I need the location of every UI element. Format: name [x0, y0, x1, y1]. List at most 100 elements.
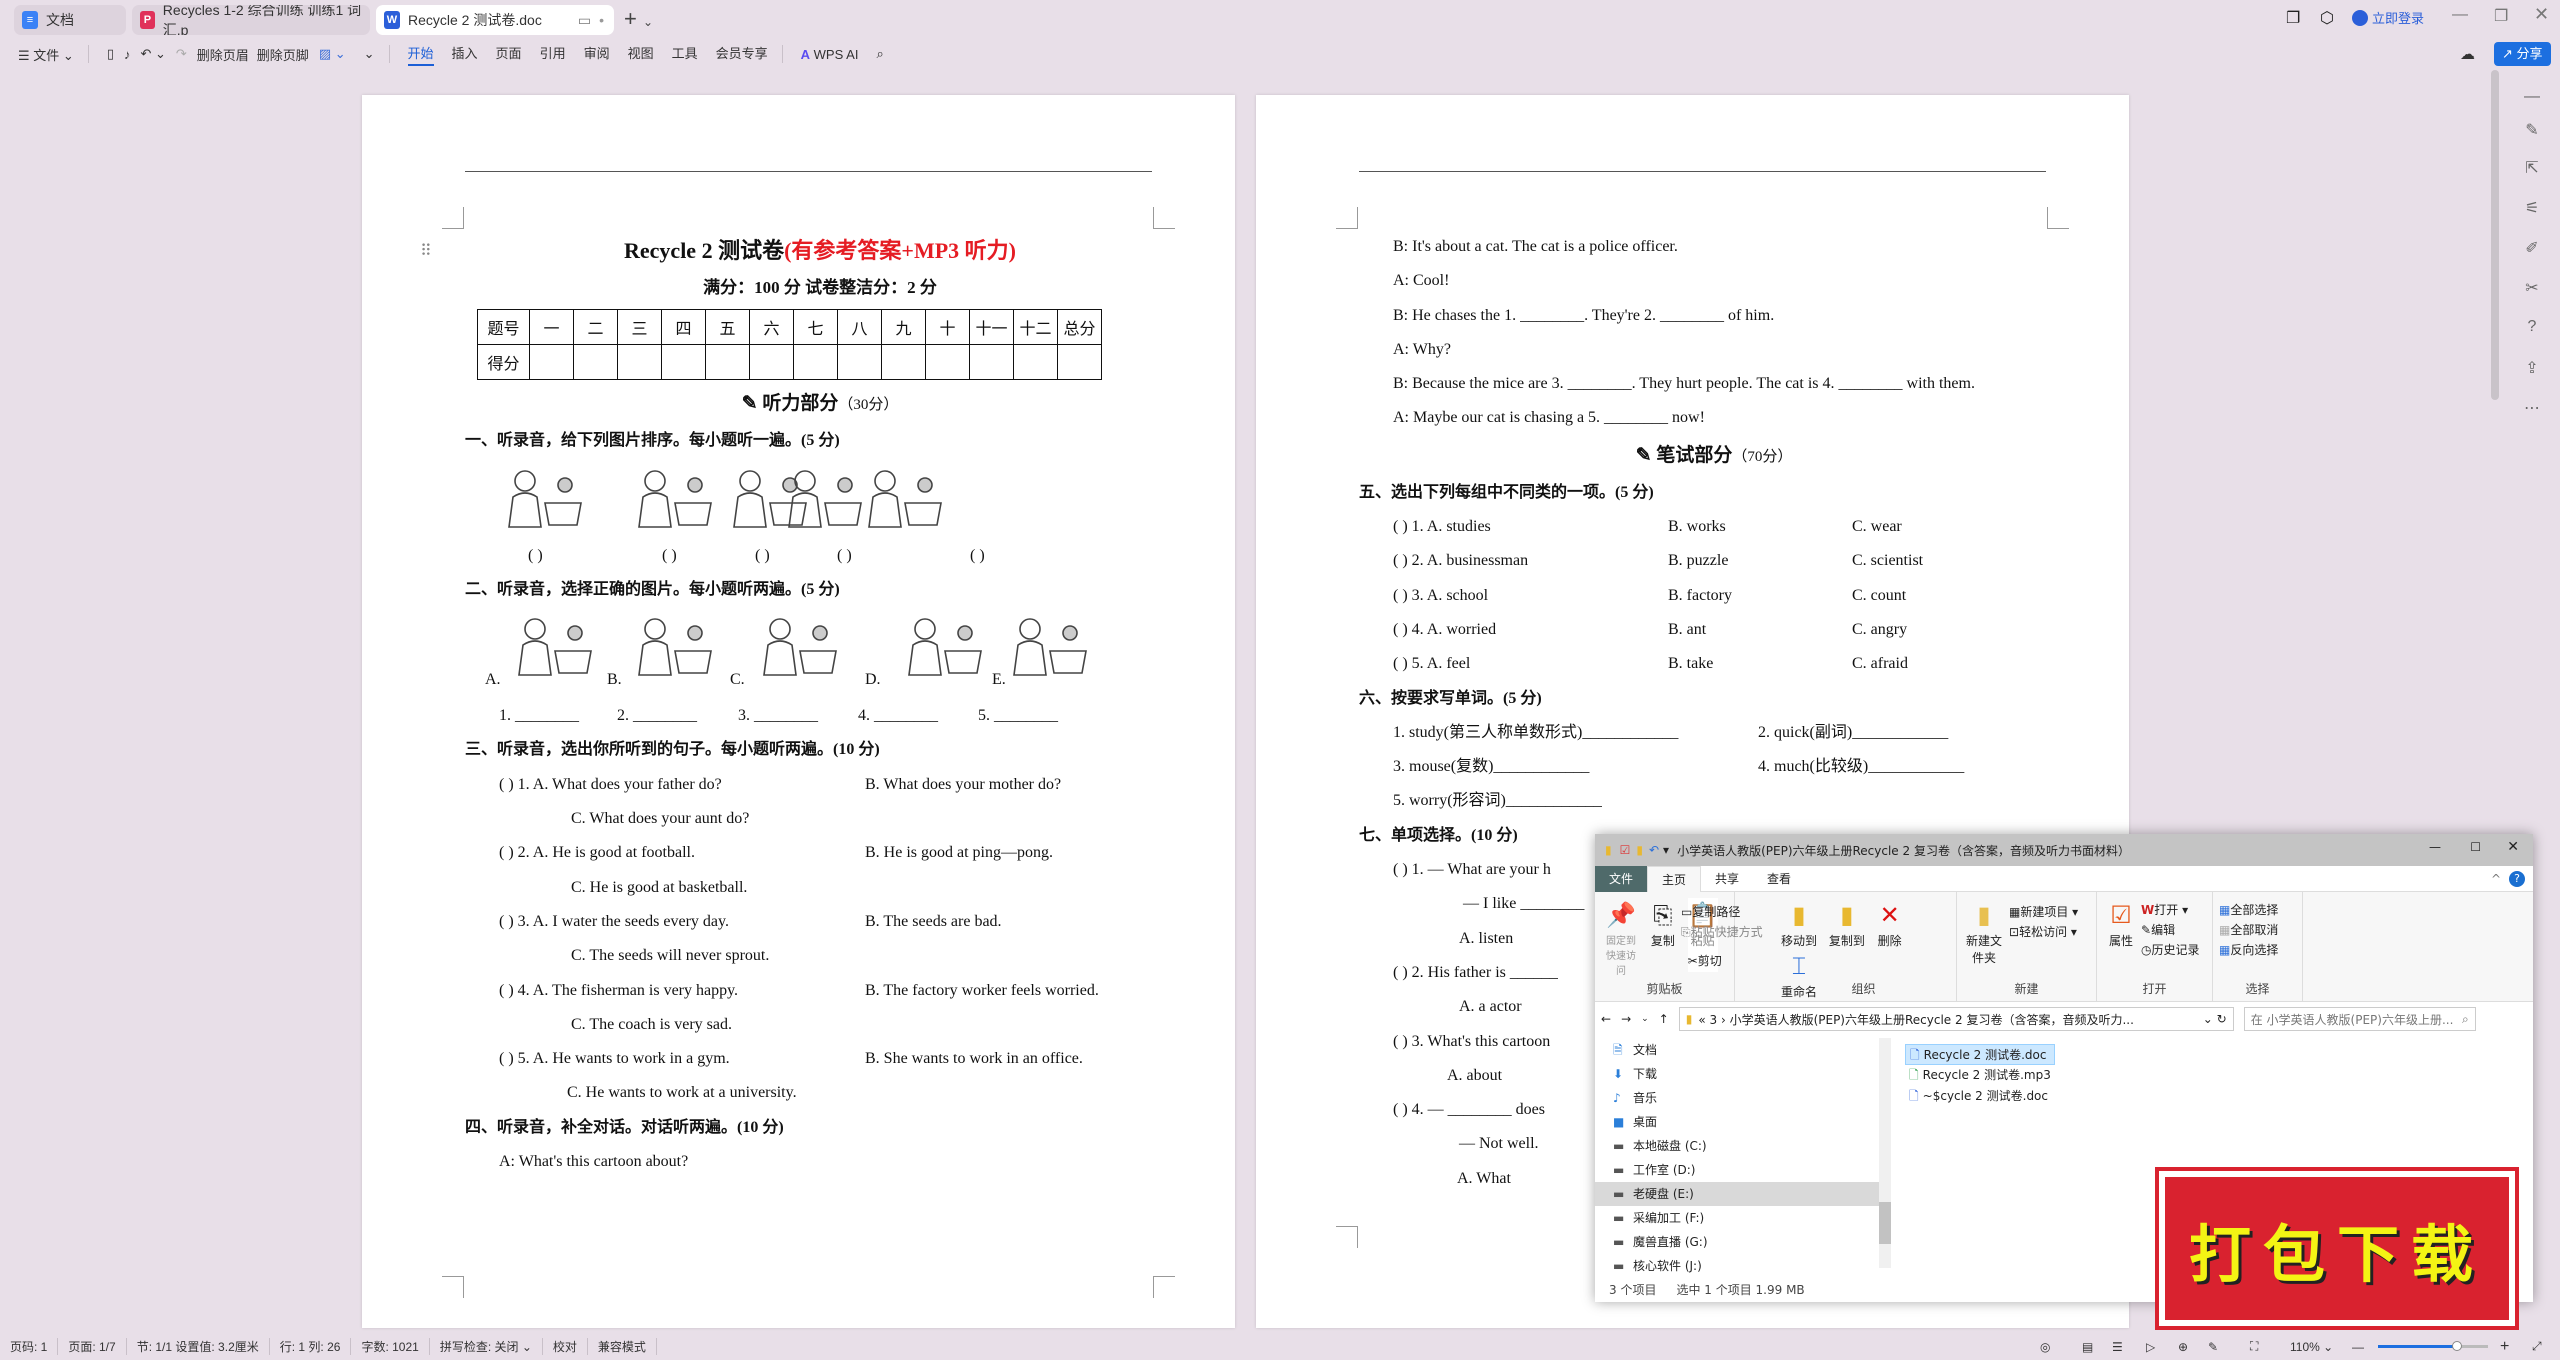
- address-dropdown-icon[interactable]: ⌄ ↻: [2203, 1012, 2227, 1026]
- help-icon[interactable]: ?: [2520, 318, 2544, 342]
- more-chevron-icon[interactable]: ⌄: [364, 46, 375, 62]
- score-cell[interactable]: [793, 344, 838, 381]
- status-item[interactable]: 拼写检查: 关闭 ⌄: [430, 1338, 543, 1355]
- properties-icon[interactable]: ☑: [1620, 843, 1631, 857]
- select-cursor-icon[interactable]: ⇱: [2520, 158, 2544, 182]
- word-blank[interactable]: 5. worry(形容词)____________: [1393, 784, 1602, 818]
- open-button[interactable]: W打开 ▾: [2141, 901, 2200, 918]
- menu-tab[interactable]: 视图: [628, 43, 654, 66]
- redo-icon[interactable]: ↷: [176, 46, 187, 62]
- page-view-icon[interactable]: ▤: [2082, 1340, 2093, 1354]
- tab-view[interactable]: 查看: [1753, 866, 1805, 892]
- answer-blank[interactable]: ( ): [755, 539, 770, 573]
- fit-icon[interactable]: ⛶: [2250, 1339, 2258, 1354]
- tab-file[interactable]: 文件: [1595, 865, 1648, 892]
- wps-ai-button[interactable]: A WPS AI: [801, 47, 859, 62]
- up-icon[interactable]: ↑: [1659, 1012, 1669, 1026]
- close-button[interactable]: ✕: [2534, 4, 2549, 25]
- nav-item[interactable]: ■ 桌面: [1595, 1110, 1880, 1134]
- border-icon[interactable]: ▨ ⌄: [319, 46, 346, 62]
- paste-shortcut-button[interactable]: ⎘粘贴快捷方式: [1681, 923, 1763, 940]
- document-page-1[interactable]: ⠿ Recycle 2 测试卷(有参考答案+MP3 听力) 满分：100 分 试…: [362, 95, 1235, 1328]
- tab-docs[interactable]: ≡ 文档: [14, 5, 126, 35]
- answer-blank[interactable]: 3. ________: [738, 699, 818, 733]
- vertical-scrollbar[interactable]: [2491, 70, 2499, 400]
- zoom-in-button[interactable]: +: [2500, 1338, 2509, 1356]
- score-cell[interactable]: [1057, 344, 1102, 381]
- download-package-stamp[interactable]: 打包下载: [2155, 1167, 2519, 1330]
- file-item[interactable]: 🗋 Recycle 2 测试卷.mp3: [1905, 1065, 2055, 1086]
- answer-blank[interactable]: ( ): [837, 539, 852, 573]
- score-cell[interactable]: [529, 344, 574, 381]
- restore-button[interactable]: ❐: [2494, 6, 2508, 26]
- undo-icon[interactable]: ↶: [1649, 843, 1659, 857]
- select-none-button[interactable]: ▦全部取消: [2219, 921, 2296, 938]
- status-item[interactable]: 节: 1/1 设置值: 3.2厘米: [127, 1338, 270, 1355]
- more-icon[interactable]: ⋯: [2520, 398, 2544, 422]
- tab-recycles-pdf[interactable]: P Recycles 1-2 综合训练 训练1 词汇.p: [132, 5, 370, 35]
- new-tab-button[interactable]: + ⌄: [624, 6, 653, 32]
- zoom-slider[interactable]: [2378, 1341, 2488, 1351]
- drag-handle-icon[interactable]: ⠿: [420, 241, 432, 261]
- answer-blank[interactable]: 1. ________: [499, 699, 579, 733]
- menu-tab[interactable]: 引用: [540, 43, 566, 66]
- login-button[interactable]: 立即登录: [2352, 8, 2424, 27]
- status-item[interactable]: 页面: 1/7: [58, 1338, 127, 1355]
- properties-button[interactable]: ☑ 属性: [2106, 898, 2136, 949]
- share-button[interactable]: ↗ 分享: [2494, 42, 2551, 66]
- pen-icon[interactable]: ✎: [2208, 1340, 2218, 1354]
- word-blank[interactable]: 1. study(第三人称单数形式)____________: [1393, 716, 1678, 750]
- minimize-button[interactable]: —: [2429, 840, 2441, 854]
- nav-scrollbar[interactable]: [1879, 1038, 1891, 1268]
- minimize-button[interactable]: —: [2452, 6, 2468, 24]
- tab-share[interactable]: 共享: [1701, 866, 1753, 892]
- nav-item[interactable]: ▬ 核心软件 (J:): [1595, 1254, 1880, 1278]
- menu-tab[interactable]: 插入: [452, 43, 478, 66]
- nav-item[interactable]: ⬇ 下载: [1595, 1062, 1880, 1086]
- status-item[interactable]: 行: 1 列: 26: [270, 1338, 352, 1355]
- web-view-icon[interactable]: ⊕: [2178, 1340, 2188, 1354]
- edit-box-icon[interactable]: ✐: [2520, 238, 2544, 262]
- score-cell[interactable]: [705, 344, 750, 381]
- collapse-ribbon-icon[interactable]: ^: [2491, 872, 2501, 886]
- play-icon[interactable]: ▷: [2146, 1340, 2155, 1354]
- new-item-button[interactable]: ▦新建项目 ▾: [2009, 903, 2078, 920]
- delete-footer-button[interactable]: 删除页脚: [257, 45, 309, 64]
- file-item[interactable]: 🗋 ~$cycle 2 测试卷.doc: [1905, 1086, 2055, 1107]
- new-folder-button[interactable]: ▮ 新建文件夹: [1966, 898, 2002, 966]
- search-input[interactable]: 在 小学英语人教版(PEP)六年级上册... ⌕: [2243, 1007, 2476, 1031]
- nav-item[interactable]: ♪ 音乐: [1595, 1086, 1880, 1110]
- answer-blank[interactable]: ( ): [970, 539, 985, 573]
- word-blank[interactable]: 4. much(比较级)____________: [1758, 750, 1964, 784]
- score-cell[interactable]: [969, 344, 1014, 381]
- search-icon[interactable]: ⌕: [876, 46, 883, 62]
- zoom-level[interactable]: 110% ⌄: [2290, 1340, 2333, 1354]
- pin-quick-access-button[interactable]: 📌 固定到快速访问: [1604, 898, 1638, 977]
- word-blank[interactable]: 3. mouse(复数)____________: [1393, 750, 1589, 784]
- format-painter-icon[interactable]: ♪: [124, 47, 131, 62]
- tab-recycle2-doc[interactable]: W Recycle 2 测试卷.doc ▭ •: [376, 5, 614, 35]
- undo-icon[interactable]: ↶ ⌄: [140, 46, 165, 62]
- forward-icon[interactable]: →: [1621, 1012, 1631, 1026]
- close-button[interactable]: ✕: [2507, 839, 2519, 855]
- score-cell[interactable]: [881, 344, 926, 381]
- quick-access-dropdown-icon[interactable]: ▾: [1663, 843, 1669, 857]
- menu-tab[interactable]: 审阅: [584, 43, 610, 66]
- recent-dropdown-icon[interactable]: ⌄: [1641, 1014, 1649, 1024]
- delete-header-button[interactable]: 删除页眉: [197, 45, 249, 64]
- answer-blank[interactable]: ( ): [662, 539, 677, 573]
- monitor-icon[interactable]: ▭: [578, 12, 591, 29]
- status-item[interactable]: 校对: [543, 1338, 588, 1355]
- nav-item[interactable]: ▬ 工作室 (D:): [1595, 1158, 1880, 1182]
- fullscreen-icon[interactable]: ⤢: [2532, 1339, 2542, 1354]
- file-menu[interactable]: ☰ 文件 ⌄: [18, 45, 74, 64]
- menu-tab[interactable]: 页面: [496, 43, 522, 66]
- move-to-button[interactable]: ▮ 移动到: [1780, 898, 1818, 949]
- settings-sliders-icon[interactable]: ⚟: [2520, 198, 2544, 222]
- tools-icon[interactable]: ✂: [2520, 278, 2544, 302]
- share-box-icon[interactable]: ⇪: [2520, 358, 2544, 382]
- nav-item[interactable]: ▬ 魔兽直播 (G:): [1595, 1230, 1880, 1254]
- score-cell[interactable]: [573, 344, 618, 381]
- invert-selection-button[interactable]: ▦反向选择: [2219, 941, 2296, 958]
- nav-item[interactable]: ▬ 老硬盘 (E:): [1595, 1182, 1880, 1206]
